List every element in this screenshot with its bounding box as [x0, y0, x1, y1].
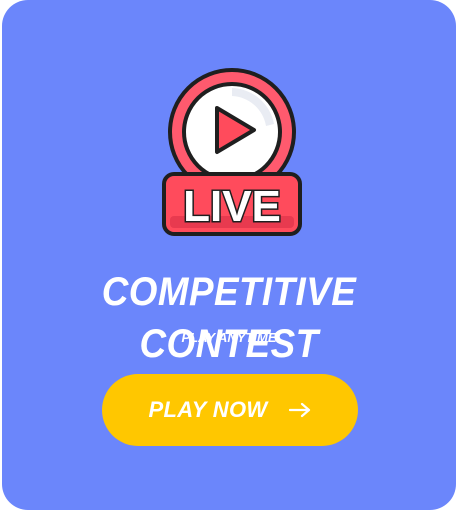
play-now-button[interactable]: PLAY NOW [102, 374, 358, 446]
arrow-right-icon [289, 402, 311, 418]
contest-subtitle: PLAY ANYTIME [181, 330, 277, 345]
contest-title: COMPETITIVE CONTEST [101, 270, 357, 366]
play-now-label: PLAY NOW [148, 397, 268, 422]
live-badge-text: LIVE [183, 182, 281, 231]
contest-card: LIVE COMPETITIVE CONTEST PLAY ANYTIME PL… [2, 0, 456, 510]
live-play-icon: LIVE [162, 68, 302, 236]
